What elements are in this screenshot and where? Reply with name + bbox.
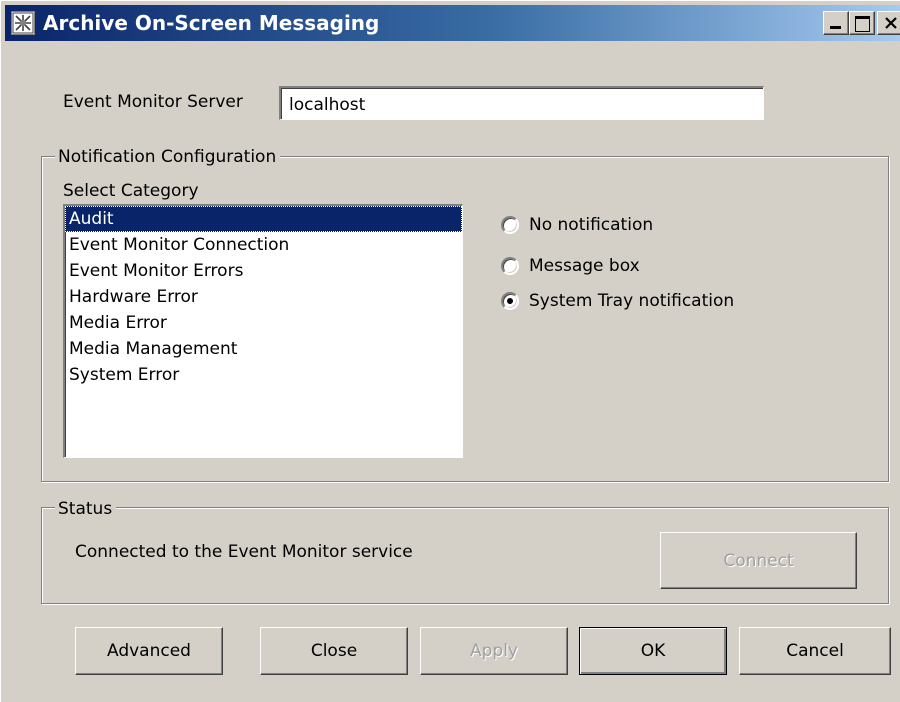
event-monitor-server-label: Event Monitor Server [63,92,243,112]
radio-button-icon[interactable] [501,216,519,234]
maximize-icon[interactable] [849,11,875,35]
list-item-event-monitor-connection[interactable]: Event Monitor Connection [65,232,462,258]
notification-configuration-label: Notification Configuration [55,146,281,168]
list-item-media-error[interactable]: Media Error [65,310,462,336]
radio-button-icon[interactable] [501,257,519,275]
list-item-event-monitor-errors[interactable]: Event Monitor Errors [65,258,462,284]
radio-button-checked-icon[interactable] [501,292,519,310]
radio-message-box[interactable]: Message box [501,253,640,279]
apply-button[interactable]: Apply [420,627,568,675]
close-icon[interactable] [877,11,900,35]
close-button[interactable]: Close [260,627,408,675]
radio-label: No notification [529,215,654,235]
app-grid-icon[interactable] [11,11,35,35]
window-title: Archive On-Screen Messaging [43,11,380,35]
connect-button[interactable]: Connect [660,532,857,589]
dialog-window: Archive On-Screen Messaging Event Monito… [0,0,900,702]
list-item-audit[interactable]: Audit [65,206,462,232]
event-monitor-server-input[interactable] [279,86,764,120]
cancel-button[interactable]: Cancel [739,627,891,675]
connection-status-text: Connected to the Event Monitor service [75,542,413,562]
radio-label: Message box [529,256,640,276]
list-item-media-management[interactable]: Media Management [65,336,462,362]
advanced-button[interactable]: Advanced [75,627,223,675]
ok-button[interactable]: OK [579,627,727,675]
title-bar[interactable]: Archive On-Screen Messaging [5,5,900,41]
radio-no-notification[interactable]: No notification [501,212,653,238]
list-item-hardware-error[interactable]: Hardware Error [65,284,462,310]
minimize-icon[interactable] [823,11,849,35]
status-group-label: Status [55,498,117,520]
list-item-system-error[interactable]: System Error [65,362,462,388]
radio-label: System Tray notification [529,291,735,311]
category-listbox[interactable]: Audit Event Monitor Connection Event Mon… [63,204,463,458]
radio-system-tray-notification[interactable]: System Tray notification [501,288,734,314]
select-category-label: Select Category [63,181,199,201]
